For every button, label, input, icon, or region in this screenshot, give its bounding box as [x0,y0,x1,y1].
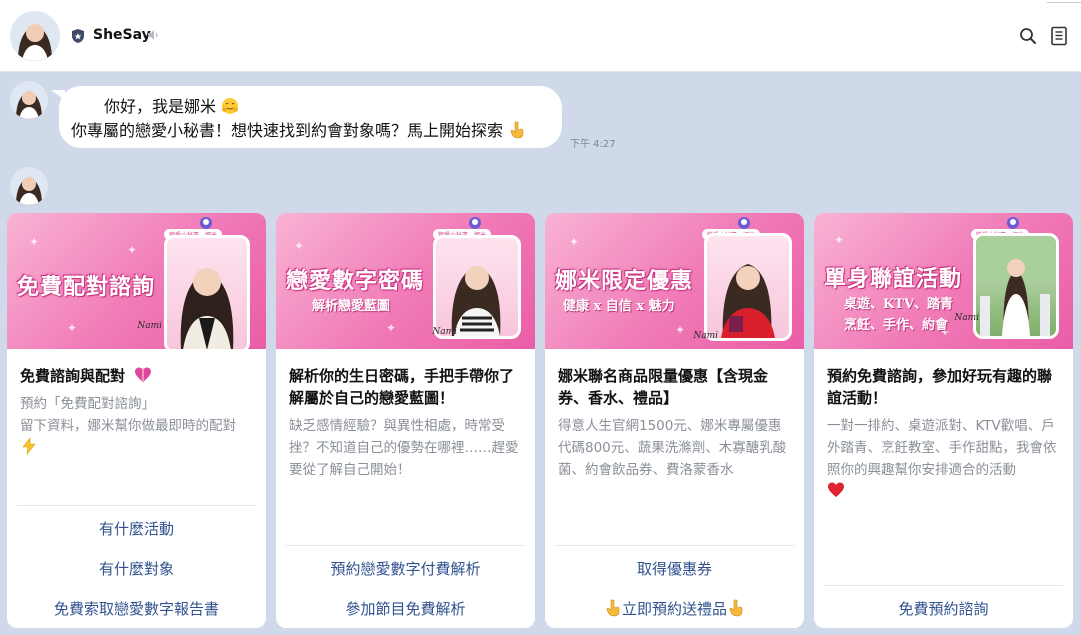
sparkle-icon: ✦ [29,235,40,249]
banner-photo-frame [433,235,521,339]
card-title: 解析你的生日密碼，手把手帶你了解屬於自己的戀愛藍圖！ [289,367,515,407]
logo-icon [738,217,750,229]
sparkle-icon: ✦ [127,243,138,257]
card-text: 缺乏感情經驗？與異性相處，時常受挫？不知道自己的優勢在哪裡……趕愛要從了解自己開… [289,418,519,478]
banner-title: 單身聯誼活動 [824,266,963,292]
carousel-card-matching: ✦ ✦ ✦ 戀愛小秘書．娜米 免費配對諮詢 Nami 免費諮詢與配對 預約「免費… [7,213,266,628]
search-icon[interactable] [1019,27,1037,45]
sender-avatar[interactable] [10,81,48,119]
sparkle-icon: ✦ [834,233,845,247]
notes-icon[interactable] [1050,26,1068,46]
action-book-free-consult[interactable]: 免費預約諮詢 [814,588,1073,628]
lightning-emoji-icon [22,437,36,455]
red-heart-emoji-icon [828,482,844,497]
card-banner[interactable]: ✦ ✦ 戀愛小秘書．娜米 娜米限定優惠 健康 x 自信 x 魅力 Nami [545,213,804,349]
card-text: 得意人生官網1500元、娜米專屬優惠代碼800元、蔬果洗滌劑、木寡醣乳酸菌、約會… [558,418,787,478]
banner-title: 娜米限定優惠 [555,268,694,294]
card-title: 免費諮詢與配對 [20,367,126,385]
window-edge-line [1047,2,1081,3]
banner-photo-frame [164,235,250,349]
point-down-emoji-icon [729,599,743,617]
sender-avatar[interactable] [10,167,48,205]
divider [286,545,525,546]
point-down-emoji-icon [510,121,524,139]
mute-icon [148,30,158,40]
card-text-line: 留下資料，娜米幫你做最即時的配對 [20,418,236,434]
banner-signature: Nami [137,321,162,331]
message-bubble: 你好，我是娜米 你專屬的戀愛小秘書！想快速找到約會對象嗎？馬上開始探索 [51,86,562,148]
action-what-matches[interactable]: 有什麼對象 [7,548,266,588]
banner-subtitle: 桌遊、KTV、踏青 [844,297,954,312]
avatar[interactable] [10,11,60,61]
logo-icon [200,217,212,229]
greeting-line-1: 你好，我是娜米 [104,97,217,116]
sparkle-icon: ✦ [569,235,580,249]
sparkle-icon: ✦ [67,321,78,335]
action-what-events[interactable]: 有什麼活動 [7,508,266,548]
banner-title: 免費配對諮詢 [17,274,156,300]
card-text-line: 預約「免費配對諮詢」 [20,396,155,412]
card-title: 娜米聯名商品限量優惠【含現金券、香水、禮品】 [558,367,769,407]
card-banner[interactable]: ✦ ✦ 戀愛小秘書．娜米 戀愛數字密碼 解析戀愛藍圖 Nami [276,213,535,349]
greeting-line-2: 你專屬的戀愛小秘書！想快速找到約會對象嗎？馬上開始探索 [71,121,504,140]
card-title: 預約免費諮詢，參加好玩有趣的聯誼活動！ [827,367,1053,407]
banner-title: 戀愛數字密碼 [286,268,425,294]
hug-emoji-icon [222,98,239,114]
action-book-gift-label: 立即預約送禮品 [621,599,727,618]
action-book-paid-analysis[interactable]: 預約戀愛數字付費解析 [276,548,535,588]
banner-subtitle: 解析戀愛藍圖 [312,299,391,314]
card-banner[interactable]: ✦ ✦ ✦ 戀愛小秘書．娜米 免費配對諮詢 Nami [7,213,266,349]
message-time: 下午 4:27 [570,139,616,150]
card-banner[interactable]: ✦ ✦ 戀愛小秘書．娜米 單身聯誼活動 桌遊、KTV、踏青 烹飪、手作、約會 N… [814,213,1073,349]
chat-header: SheSay [0,0,1081,72]
logo-icon [469,217,481,229]
banner-signature: Nami [693,331,718,341]
banner-signature: Nami [432,327,457,337]
logo-icon [1007,217,1019,229]
chat-title: SheSay [93,27,151,43]
divider [824,585,1063,586]
banner-subtitle: 健康 x 自信 x 魅力 [563,299,675,314]
carousel-card-offers: ✦ ✦ 戀愛小秘書．娜米 娜米限定優惠 健康 x 自信 x 魅力 Nami 娜米… [545,213,804,628]
banner-photo-frame [704,233,792,341]
sparkle-icon: ✦ [675,323,686,337]
carousel-card-events: ✦ ✦ 戀愛小秘書．娜米 單身聯誼活動 桌遊、KTV、踏青 烹飪、手作、約會 N… [814,213,1073,628]
action-join-free-analysis[interactable]: 參加節目免費解析 [276,588,535,628]
banner-signature: Nami [954,313,979,323]
carousel-card-numerology: ✦ ✦ 戀愛小秘書．娜米 戀愛數字密碼 解析戀愛藍圖 Nami 解析你的生日密碼… [276,213,535,628]
action-get-coupon[interactable]: 取得優惠券 [545,548,804,588]
action-free-report[interactable]: 免費索取戀愛數字報告書 [7,588,266,628]
divider [555,545,794,546]
action-book-gift[interactable]: 立即預約送禮品 [545,588,804,628]
banner-photo-frame [973,233,1059,339]
heart-gift-emoji-icon [135,367,152,382]
divider [17,505,256,506]
point-down-emoji-icon [606,599,620,617]
banner-subtitle: 烹飪、手作、約會 [844,318,949,333]
card-text: 一對一排約、桌遊派對、KTV歡唱、戶外踏青、烹飪教室、手作甜點，我會依照你的興趣… [827,418,1057,478]
sparkle-icon: ✦ [386,321,397,335]
shield-icon [72,29,84,43]
sparkle-icon: ✦ [294,239,305,253]
